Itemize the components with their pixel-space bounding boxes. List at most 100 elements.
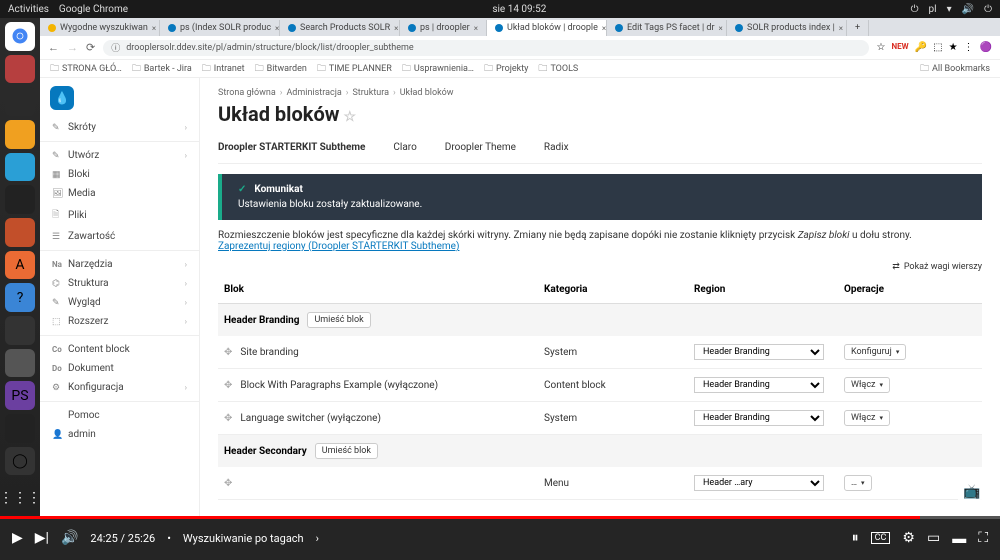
operation-button[interactable]: … ▾ — [844, 475, 872, 491]
star-icon[interactable]: ☆ — [343, 109, 356, 125]
browser-tab[interactable]: SOLR products index |× — [727, 20, 847, 36]
region-select[interactable]: Header Branding — [694, 344, 824, 360]
ext-icon[interactable]: ⬚ — [933, 42, 942, 53]
lang-indicator[interactable]: pl — [929, 4, 937, 15]
reload-icon[interactable]: ⟳ — [86, 41, 95, 54]
close-icon[interactable]: × — [394, 24, 398, 33]
sidebar-item[interactable]: ☰Zawartość — [40, 227, 199, 246]
bookmark-item[interactable]: 🗀Intranet — [202, 61, 245, 77]
obs-icon[interactable]: ◯ — [5, 447, 35, 476]
show-apps-icon[interactable]: ⋮⋮⋮ — [5, 483, 35, 512]
dock-app-3[interactable] — [5, 120, 35, 149]
chevron-right-icon[interactable]: › — [316, 532, 319, 545]
wifi-icon[interactable]: ▾ — [947, 4, 952, 15]
sidebar-item[interactable]: ✎Wygląd› — [40, 293, 199, 312]
phpstorm-icon[interactable]: PS — [5, 381, 35, 410]
sidebar-item[interactable]: DoDokument — [40, 359, 199, 378]
sidebar-item[interactable]: CoContent block — [40, 340, 199, 359]
dock-app-7[interactable]: A — [5, 251, 35, 280]
sidebar-item[interactable]: 👤admin — [40, 425, 199, 444]
dock-app-8[interactable]: ? — [5, 283, 35, 312]
chrome-icon[interactable] — [5, 22, 35, 51]
bookmark-item[interactable]: 🗀STRONA GŁÓ… — [50, 61, 122, 77]
browser-tab[interactable]: ps | droopler× — [400, 20, 487, 36]
place-block-button[interactable]: Umieść blok — [315, 443, 378, 459]
dock-app-10[interactable] — [5, 349, 35, 378]
region-select[interactable]: Header Branding — [694, 377, 824, 393]
close-icon[interactable]: × — [602, 24, 606, 33]
dock-app-4[interactable] — [5, 153, 35, 182]
theme-tab[interactable]: Droopler STARTERKIT Subtheme — [218, 142, 365, 153]
url-input[interactable]: ⓘdrooplersolr.ddev.site/pl/admin/structu… — [103, 40, 868, 56]
close-icon[interactable]: × — [839, 24, 843, 33]
present-regions-link[interactable]: Zaprezentuj regiony (Droopler STARTERKIT… — [218, 241, 459, 252]
show-weights-toggle[interactable]: ⇄Pokaż wagi wierszy — [218, 262, 982, 272]
progress-bar[interactable] — [0, 516, 1000, 519]
sidebar-item[interactable]: 🖼Media — [40, 184, 199, 203]
browser-tab[interactable]: Edit Tags PS facet | dr× — [607, 20, 727, 36]
close-icon[interactable]: × — [152, 24, 156, 33]
drupal-logo-icon[interactable]: 💧 — [50, 86, 74, 110]
bookmark-item[interactable]: 🗀TOOLS — [538, 61, 578, 77]
dock-app-9[interactable] — [5, 316, 35, 345]
bookmark-item[interactable]: 🗀Bitwarden — [255, 61, 307, 77]
theater-icon[interactable]: ▬ — [952, 530, 966, 547]
drag-handle-icon[interactable]: ✥ — [224, 413, 232, 424]
ext-icon[interactable]: ★ — [949, 42, 958, 53]
region-select[interactable]: Header …ary — [694, 475, 824, 491]
operation-button[interactable]: Włącz ▾ — [844, 410, 890, 426]
autoplay-toggle[interactable]: ⏸ — [852, 530, 859, 546]
close-icon[interactable]: × — [275, 24, 279, 33]
miniplayer-icon[interactable]: ▭ — [927, 530, 940, 546]
drag-handle-icon[interactable]: ✥ — [224, 380, 232, 391]
sidebar-item[interactable]: ⚙Konfiguracja› — [40, 378, 199, 397]
sidebar-item[interactable]: ⌬Struktura› — [40, 274, 199, 293]
operation-button[interactable]: Włącz ▾ — [844, 377, 890, 393]
dock-app-6[interactable] — [5, 218, 35, 247]
cc-icon[interactable]: CC — [871, 532, 891, 544]
breadcrumb-item[interactable]: Struktura — [352, 88, 389, 98]
fullscreen-icon[interactable]: ⛶ — [978, 530, 988, 546]
chrome-label[interactable]: Google Chrome — [59, 4, 128, 15]
browser-tab[interactable]: Układ bloków | droople× — [487, 20, 607, 36]
all-bookmarks[interactable]: 🗀All Bookmarks — [920, 61, 990, 77]
avatar[interactable]: 🟣 — [980, 42, 992, 53]
ext-icon[interactable]: ⋮ — [964, 42, 974, 53]
theme-tab[interactable]: Claro — [393, 142, 416, 153]
play-icon[interactable]: ▶ — [12, 530, 23, 546]
sidebar-item[interactable]: NaNarzędzia› — [40, 255, 199, 274]
sidebar-item[interactable]: 🗎Pliki — [40, 203, 199, 227]
place-block-button[interactable]: Umieść blok — [307, 312, 370, 328]
dock-app-5[interactable] — [5, 185, 35, 214]
drag-handle-icon[interactable]: ✥ — [224, 347, 232, 358]
breadcrumb-item[interactable]: Strona główna — [218, 88, 276, 98]
ext-icon[interactable]: 🔑 — [915, 42, 927, 53]
sidebar-item[interactable]: ▦Bloki — [40, 165, 199, 184]
breadcrumb-item[interactable]: Administracja — [286, 88, 341, 98]
breadcrumb-item[interactable]: Układ bloków — [400, 88, 454, 98]
sidebar-item[interactable]: ✎Utwórz› — [40, 146, 199, 165]
theme-tab[interactable]: Droopler Theme — [445, 142, 516, 153]
region-select[interactable]: Header Branding — [694, 410, 824, 426]
bookmark-item[interactable]: 🗀Bartek - Jira — [132, 61, 192, 77]
new-tab-button[interactable]: + — [847, 20, 869, 36]
close-icon[interactable]: × — [719, 24, 723, 33]
power-icon[interactable]: ⏻ — [984, 4, 992, 15]
ext-icon[interactable]: ☆ — [877, 42, 886, 53]
bookmark-item[interactable]: 🗀Projekty — [484, 61, 528, 77]
back-icon[interactable]: ← — [48, 41, 59, 54]
sidebar-item[interactable]: Pomoc — [40, 406, 199, 425]
bookmark-item[interactable]: 🗀Usprawnienia… — [402, 61, 474, 77]
activities-label[interactable]: Activities — [8, 4, 49, 15]
sidebar-item[interactable]: ⬚Rozszerz› — [40, 312, 199, 331]
status-icon[interactable]: ⏻ — [911, 4, 919, 15]
youtube-watermark[interactable]: 📺 — [958, 480, 986, 504]
operation-button[interactable]: Konfiguruj ▾ — [844, 344, 906, 360]
theme-tab[interactable]: Radix — [544, 142, 569, 153]
browser-tab[interactable]: ps (Index SOLR produc× — [160, 20, 280, 36]
close-icon[interactable]: × — [474, 24, 478, 33]
browser-tab[interactable]: Search Products SOLR× — [280, 20, 400, 36]
forward-icon[interactable]: → — [67, 41, 78, 54]
volume-icon[interactable]: 🔊 — [962, 4, 974, 15]
ext-icon[interactable]: NEW — [892, 42, 909, 53]
